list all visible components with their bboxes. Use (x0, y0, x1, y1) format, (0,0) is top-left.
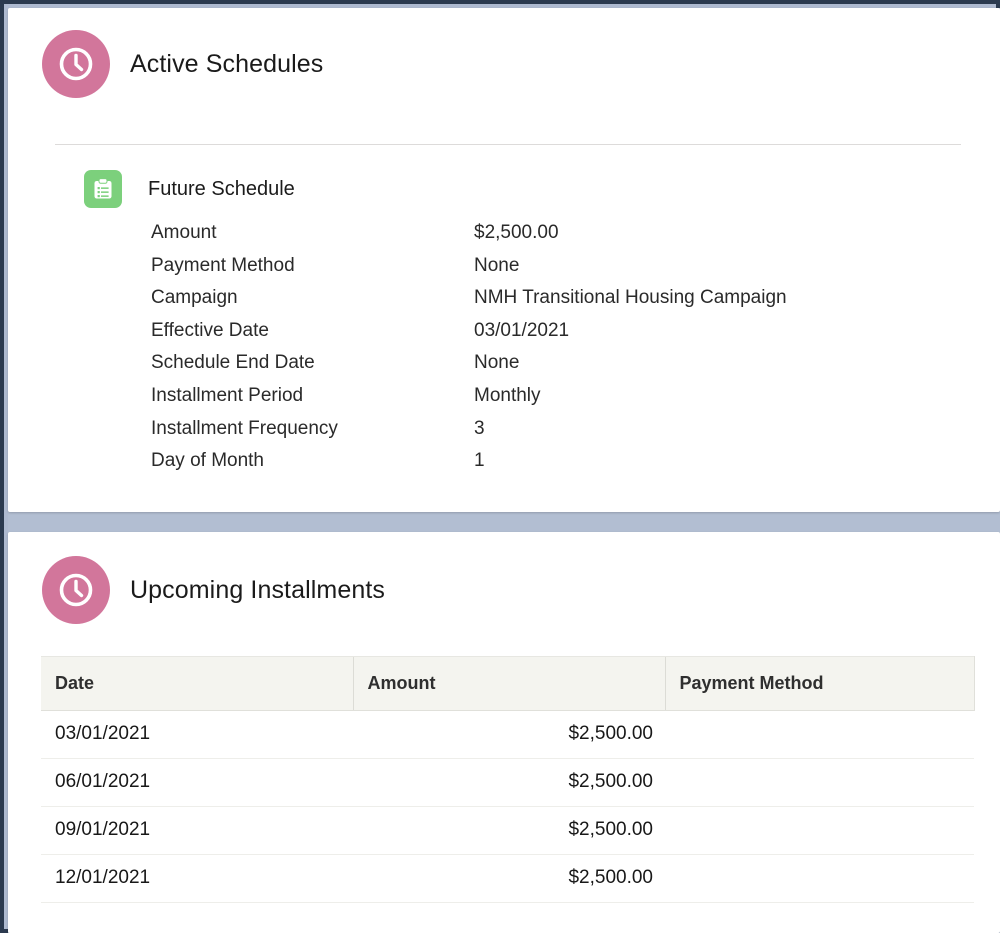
page-title: Active Schedules (130, 49, 324, 78)
field-label: Installment Frequency (151, 417, 338, 439)
field-value: None (474, 254, 520, 276)
field-value: 3 (474, 417, 485, 439)
table-row[interactable]: 03/01/2021 $2,500.00 (41, 710, 974, 759)
cell-date: 12/01/2021 (41, 854, 353, 903)
schedule-name: Future Schedule (148, 177, 295, 200)
column-header-payment-method[interactable]: Payment Method (664, 656, 975, 711)
cell-date: 09/01/2021 (41, 806, 353, 855)
field-label: Day of Month (151, 450, 264, 472)
field-value: $2,500.00 (474, 222, 559, 243)
field-label: Schedule End Date (151, 352, 315, 374)
table-row[interactable]: 06/01/2021 $2,500.00 (41, 758, 974, 807)
table-body: 03/01/2021 $2,500.00 06/01/2021 $2,500.0… (41, 710, 974, 903)
page-title: Upcoming Installments (130, 575, 385, 604)
field-value: 03/01/2021 (474, 319, 570, 341)
field-value: NMH Transitional Housing Campaign (474, 287, 787, 309)
column-header-amount[interactable]: Amount (352, 656, 665, 711)
upcoming-installments-card: Upcoming Installments Date Amount Paymen… (8, 532, 1000, 933)
field-value: Monthly (474, 384, 541, 406)
field-label: Amount (151, 222, 217, 243)
card-stack: Active Schedules Future Schedule Amount … (8, 8, 1000, 933)
field-label: Effective Date (151, 319, 269, 341)
field-row-campaign: Campaign NMH Transitional Housing Campai… (151, 287, 1000, 320)
table-header-row: Date Amount Payment Method (41, 656, 975, 711)
cell-payment-method (665, 854, 974, 903)
field-row-amount: Amount $2,500.00 (151, 222, 1000, 255)
field-row-payment-method: Payment Method None (151, 255, 1000, 288)
schedule-field-list: Amount $2,500.00 Payment Method None Cam… (8, 222, 1000, 483)
column-header-date[interactable]: Date (41, 656, 353, 711)
clipboard-list-icon (84, 170, 122, 208)
field-row-day-of-month: Day of Month 1 (151, 450, 1000, 483)
field-row-effective-date: Effective Date 03/01/2021 (151, 320, 1000, 353)
active-schedules-header: Active Schedules (8, 8, 1000, 98)
field-label: Payment Method (151, 254, 295, 276)
schedule-heading: Future Schedule (8, 170, 1000, 208)
installments-table: Date Amount Payment Method 03/01/2021 $2… (41, 656, 975, 903)
cell-amount: $2,500.00 (353, 710, 665, 759)
header-divider (55, 144, 961, 145)
field-row-installment-frequency: Installment Frequency 3 (151, 418, 1000, 451)
field-row-installment-period: Installment Period Monthly (151, 385, 1000, 418)
upcoming-installments-header: Upcoming Installments (8, 532, 1000, 624)
table-row[interactable]: 09/01/2021 $2,500.00 (41, 806, 974, 855)
cell-amount: $2,500.00 (353, 806, 665, 855)
cell-payment-method (665, 806, 974, 855)
cell-amount: $2,500.00 (353, 758, 665, 807)
field-label: Campaign (151, 287, 238, 309)
installments-table-container: Date Amount Payment Method 03/01/2021 $2… (41, 656, 975, 903)
cell-payment-method (665, 710, 974, 759)
table-row[interactable]: 12/01/2021 $2,500.00 (41, 854, 974, 903)
screenshot-frame: Active Schedules Future Schedule Amount … (0, 0, 1000, 933)
field-value: 1 (474, 450, 485, 472)
field-label: Installment Period (151, 384, 304, 406)
field-value: None (474, 352, 520, 374)
clock-icon (42, 556, 110, 624)
clock-icon (42, 30, 110, 98)
table-header: Date Amount Payment Method (41, 656, 975, 711)
cell-date: 06/01/2021 (41, 758, 353, 807)
cell-date: 03/01/2021 (41, 710, 353, 759)
future-schedule-block: Future Schedule Amount $2,500.00 Payment… (8, 170, 1000, 483)
cell-payment-method (665, 758, 974, 807)
active-schedules-card: Active Schedules Future Schedule Amount … (8, 8, 1000, 512)
field-row-schedule-end-date: Schedule End Date None (151, 352, 1000, 385)
cell-amount: $2,500.00 (353, 854, 665, 903)
